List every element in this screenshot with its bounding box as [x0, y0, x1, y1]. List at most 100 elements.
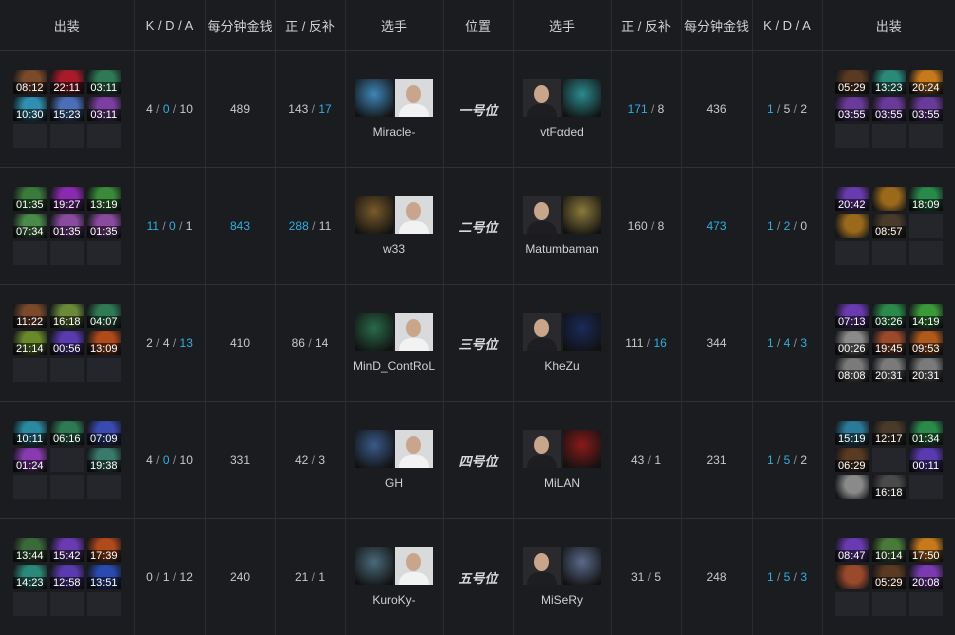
- player-name[interactable]: vtFαded: [514, 125, 611, 139]
- item-slot[interactable]: 03:55: [872, 97, 906, 121]
- item-slot[interactable]: 14:23: [13, 565, 47, 589]
- item-slot[interactable]: [872, 187, 906, 211]
- player-name[interactable]: MiSeRy: [514, 593, 611, 607]
- item-slot[interactable]: 03:55: [835, 97, 869, 121]
- item-slot[interactable]: 15:42: [50, 538, 84, 562]
- item-slot[interactable]: 19:38: [87, 448, 121, 472]
- item-slot[interactable]: 07:09: [87, 421, 121, 445]
- item-slot[interactable]: 05:29: [835, 70, 869, 94]
- item-slot[interactable]: 20:08: [909, 565, 943, 589]
- player-avatar[interactable]: [395, 313, 433, 351]
- portraits: [514, 196, 611, 234]
- item-slot[interactable]: 01:35: [50, 214, 84, 238]
- item-slot[interactable]: 19:45: [872, 331, 906, 355]
- hero-portrait-icon[interactable]: [355, 196, 393, 234]
- item-slot[interactable]: 15:23: [50, 97, 84, 121]
- gpm-cell-left: 489: [205, 51, 275, 168]
- item-slot[interactable]: [835, 214, 869, 238]
- item-slot[interactable]: 08:12: [13, 70, 47, 94]
- item-slot[interactable]: 03:55: [909, 97, 943, 121]
- item-slot[interactable]: 09:53: [909, 331, 943, 355]
- denies: 17: [318, 102, 331, 116]
- hero-portrait-icon[interactable]: [563, 430, 601, 468]
- item-slot[interactable]: 04:07: [87, 304, 121, 328]
- item-slot[interactable]: 10:14: [872, 538, 906, 562]
- item-slot[interactable]: 11:22: [13, 304, 47, 328]
- hero-portrait-icon[interactable]: [355, 313, 393, 351]
- player-name[interactable]: Matumbaman: [514, 242, 611, 256]
- item-slot[interactable]: 20:42: [835, 187, 869, 211]
- item-slot[interactable]: 05:29: [872, 565, 906, 589]
- item-slot[interactable]: 16:18: [872, 475, 906, 499]
- items-cell-right: 20:42 18:0908:57: [822, 168, 955, 285]
- item-slot[interactable]: 08:47: [835, 538, 869, 562]
- item-slot[interactable]: 01:24: [13, 448, 47, 472]
- item-slot[interactable]: 19:27: [50, 187, 84, 211]
- gpm-cell-left: 331: [205, 402, 275, 519]
- portraits: [346, 430, 443, 468]
- item-slot[interactable]: 13:19: [87, 187, 121, 211]
- hero-portrait-icon[interactable]: [563, 79, 601, 117]
- player-avatar[interactable]: [395, 547, 433, 585]
- player-avatar[interactable]: [523, 313, 561, 351]
- hero-portrait-icon[interactable]: [355, 430, 393, 468]
- player-name[interactable]: KuroKy-: [346, 593, 443, 607]
- item-slot[interactable]: 20:31: [909, 358, 943, 382]
- item-slot[interactable]: 12:17: [872, 421, 906, 445]
- item-slot[interactable]: 00:56: [50, 331, 84, 355]
- item-slot[interactable]: 10:30: [13, 97, 47, 121]
- item-slot[interactable]: 18:09: [909, 187, 943, 211]
- item-slot[interactable]: 12:58: [50, 565, 84, 589]
- item-slot[interactable]: 17:39: [87, 538, 121, 562]
- hero-portrait-icon[interactable]: [563, 313, 601, 351]
- item-slot[interactable]: 20:31: [872, 358, 906, 382]
- item-slot[interactable]: 17:50: [909, 538, 943, 562]
- gpm-value: 248: [706, 570, 726, 584]
- item-slot[interactable]: 06:29: [835, 448, 869, 472]
- item-slot[interactable]: 08:57: [872, 214, 906, 238]
- item-slot[interactable]: 13:44: [13, 538, 47, 562]
- item-slot[interactable]: 03:11: [87, 70, 121, 94]
- player-avatar[interactable]: [523, 430, 561, 468]
- item-slot[interactable]: 21:14: [13, 331, 47, 355]
- player-avatar[interactable]: [523, 79, 561, 117]
- item-slot[interactable]: 01:35: [13, 187, 47, 211]
- player-name[interactable]: Miracle-: [346, 125, 443, 139]
- item-slot[interactable]: 13:23: [872, 70, 906, 94]
- item-slot[interactable]: 20:24: [909, 70, 943, 94]
- item-slot[interactable]: 03:11: [87, 97, 121, 121]
- item-slot[interactable]: 00:26: [835, 331, 869, 355]
- hero-portrait-icon[interactable]: [355, 547, 393, 585]
- item-slot[interactable]: 13:51: [87, 565, 121, 589]
- item-slot[interactable]: 03:26: [872, 304, 906, 328]
- hero-portrait-icon[interactable]: [355, 79, 393, 117]
- item-slot[interactable]: 15:19: [835, 421, 869, 445]
- item-slot[interactable]: 10:11: [13, 421, 47, 445]
- player-name[interactable]: MiLAN: [514, 476, 611, 490]
- player-avatar[interactable]: [395, 430, 433, 468]
- item-slot[interactable]: 07:34: [13, 214, 47, 238]
- item-slot[interactable]: 16:18: [50, 304, 84, 328]
- item-slot[interactable]: 06:16: [50, 421, 84, 445]
- player-name[interactable]: KheZu: [514, 359, 611, 373]
- items-cell-left: 10:1106:1607:09 01:24 19:38: [0, 402, 134, 519]
- player-avatar[interactable]: [523, 547, 561, 585]
- item-slot[interactable]: 14:19: [909, 304, 943, 328]
- item-slot[interactable]: 01:34: [909, 421, 943, 445]
- item-slot[interactable]: [835, 565, 869, 589]
- hero-portrait-icon[interactable]: [563, 196, 601, 234]
- player-name[interactable]: GH: [346, 476, 443, 490]
- item-slot[interactable]: 22:11: [50, 70, 84, 94]
- item-slot[interactable]: 01:35: [87, 214, 121, 238]
- item-slot[interactable]: 07:13: [835, 304, 869, 328]
- player-avatar[interactable]: [395, 79, 433, 117]
- player-name[interactable]: w33: [346, 242, 443, 256]
- player-avatar[interactable]: [395, 196, 433, 234]
- item-slot[interactable]: 00:11: [909, 448, 943, 472]
- hero-portrait-icon[interactable]: [563, 547, 601, 585]
- player-name[interactable]: MinD_ContRoL: [346, 359, 443, 373]
- player-avatar[interactable]: [523, 196, 561, 234]
- item-slot[interactable]: [835, 475, 869, 499]
- item-slot[interactable]: 13:09: [87, 331, 121, 355]
- item-slot[interactable]: 08:08: [835, 358, 869, 382]
